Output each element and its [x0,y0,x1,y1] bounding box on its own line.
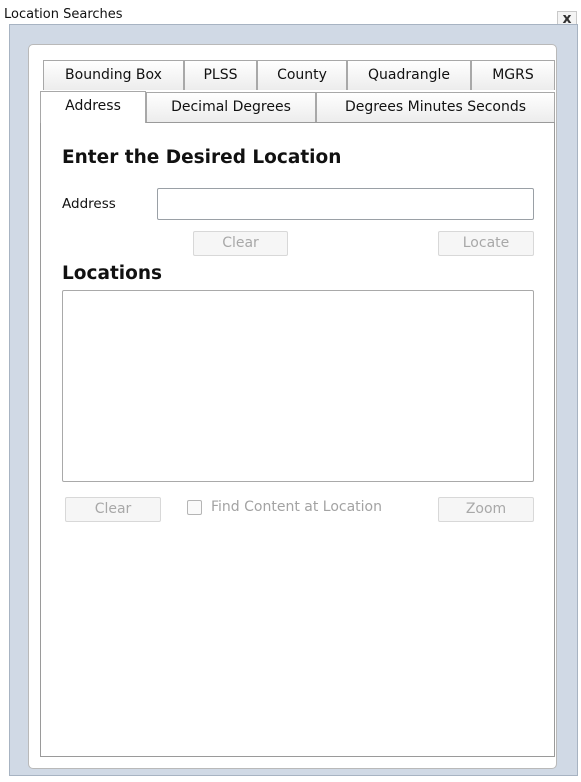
address-clear-button[interactable]: Clear [193,231,288,256]
window-titlebar: Location Searches x [0,0,581,29]
tab-degrees-minutes-seconds[interactable]: Degrees Minutes Seconds [316,92,555,122]
tab-address[interactable]: Address [40,91,146,123]
find-content-checkbox[interactable] [187,500,202,515]
locations-clear-button[interactable]: Clear [65,497,161,522]
locations-list[interactable] [62,290,534,482]
locate-button[interactable]: Locate [438,231,534,256]
address-label: Address [62,196,116,212]
find-content-label: Find Content at Location [211,499,382,515]
tab-decimal-degrees[interactable]: Decimal Degrees [146,92,316,122]
window-title: Location Searches [4,7,123,22]
tab-county[interactable]: County [257,60,347,90]
tab-mgrs[interactable]: MGRS [471,60,555,90]
address-input[interactable] [157,188,534,220]
tab-plss[interactable]: PLSS [184,60,257,90]
tab-quadrangle[interactable]: Quadrangle [347,60,471,90]
address-heading: Enter the Desired Location [62,147,342,168]
tab-bounding-box[interactable]: Bounding Box [43,60,184,90]
locations-heading: Locations [62,263,163,284]
zoom-button[interactable]: Zoom [438,497,534,522]
